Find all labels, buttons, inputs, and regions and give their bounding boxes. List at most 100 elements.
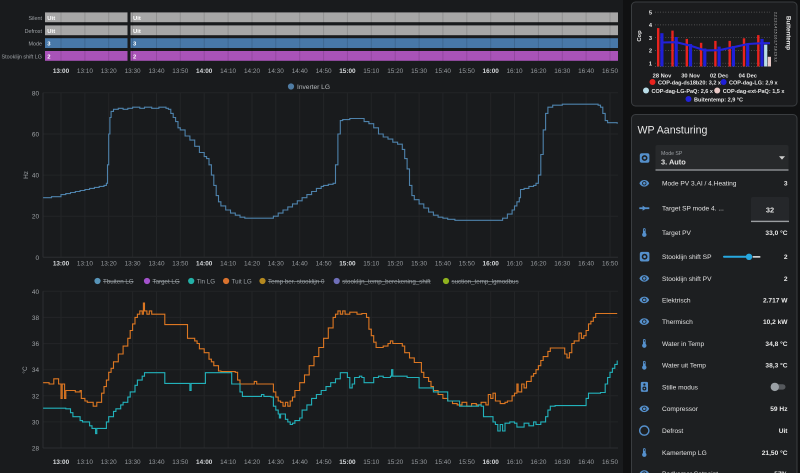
svg-text:2: 2 bbox=[784, 254, 788, 261]
svg-text:15:10: 15:10 bbox=[363, 68, 379, 75]
svg-text:Elektrisch: Elektrisch bbox=[662, 297, 691, 304]
svg-text:40: 40 bbox=[32, 173, 40, 180]
svg-text:14:10: 14:10 bbox=[220, 68, 236, 75]
svg-text:14:20: 14:20 bbox=[244, 459, 260, 466]
svg-text:13:40: 13:40 bbox=[149, 68, 165, 75]
svg-text:2,2 2,3 2,4 2,5 2,6 2,7 2,8 2,: 2,2 2,3 2,4 2,5 2,6 2,7 2,8 2,9 3,0 bbox=[774, 12, 778, 62]
svg-text:Water uit Temp: Water uit Temp bbox=[662, 363, 706, 370]
svg-text:16:40: 16:40 bbox=[578, 261, 594, 268]
svg-text:16:00: 16:00 bbox=[483, 459, 500, 466]
svg-text:14:10: 14:10 bbox=[220, 261, 236, 268]
svg-text:14:30: 14:30 bbox=[268, 459, 284, 466]
svg-text:15:40: 15:40 bbox=[435, 68, 451, 75]
svg-text:13:40: 13:40 bbox=[149, 261, 165, 268]
svg-text:2: 2 bbox=[784, 276, 788, 283]
svg-text:Kamertemp LG: Kamertemp LG bbox=[662, 450, 707, 457]
svg-text:16:50: 16:50 bbox=[602, 261, 618, 268]
svg-text:14:00: 14:00 bbox=[196, 261, 213, 268]
svg-text:34,8 °C: 34,8 °C bbox=[765, 340, 787, 348]
svg-text:16:30: 16:30 bbox=[554, 68, 570, 75]
svg-text:Tuit LG: Tuit LG bbox=[232, 278, 252, 285]
svg-text:13:50: 13:50 bbox=[172, 459, 188, 466]
svg-text:Defrost: Defrost bbox=[662, 428, 683, 435]
svg-text:14:00: 14:00 bbox=[196, 459, 213, 466]
svg-text:Mode: Mode bbox=[29, 42, 43, 48]
svg-text:16:40: 16:40 bbox=[578, 68, 594, 75]
svg-text:15:50: 15:50 bbox=[459, 261, 475, 268]
svg-text:13:00: 13:00 bbox=[53, 261, 70, 268]
svg-text:38: 38 bbox=[32, 315, 40, 322]
svg-text:14:50: 14:50 bbox=[316, 459, 332, 466]
svg-text:13:10: 13:10 bbox=[77, 261, 93, 268]
svg-text:13:00: 13:00 bbox=[53, 68, 70, 75]
svg-text:°C: °C bbox=[21, 366, 29, 374]
svg-text:14:30: 14:30 bbox=[268, 261, 284, 268]
svg-text:15:30: 15:30 bbox=[411, 459, 427, 466]
svg-text:36: 36 bbox=[32, 341, 40, 348]
svg-text:34: 34 bbox=[32, 367, 40, 374]
svg-text:13:10: 13:10 bbox=[77, 68, 93, 75]
svg-text:Target LG: Target LG bbox=[153, 278, 180, 285]
svg-text:13:20: 13:20 bbox=[101, 459, 117, 466]
svg-text:15:00: 15:00 bbox=[339, 459, 356, 466]
svg-text:16:30: 16:30 bbox=[554, 261, 570, 268]
svg-text:30: 30 bbox=[32, 419, 40, 426]
svg-text:14:20: 14:20 bbox=[244, 261, 260, 268]
svg-text:Uit: Uit bbox=[133, 16, 141, 22]
svg-text:28: 28 bbox=[32, 446, 40, 453]
svg-text:Target SP mode 4. ...: Target SP mode 4. ... bbox=[662, 206, 724, 213]
svg-text:Defrost: Defrost bbox=[25, 29, 43, 35]
svg-text:Tbuiten LG: Tbuiten LG bbox=[103, 278, 134, 285]
svg-text:13:30: 13:30 bbox=[125, 68, 141, 75]
svg-text:stooklijn_temp_berekening_shif: stooklijn_temp_berekening_shift bbox=[342, 278, 431, 285]
svg-text:COP-dag-ds18b20: 3,2 x: COP-dag-ds18b20: 3,2 x bbox=[658, 81, 722, 87]
svg-text:16:50: 16:50 bbox=[602, 459, 618, 466]
svg-text:Buitentemp: 2,9 °C: Buitentemp: 2,9 °C bbox=[694, 98, 743, 104]
svg-text:15:20: 15:20 bbox=[387, 261, 403, 268]
svg-text:13:40: 13:40 bbox=[149, 459, 165, 466]
svg-text:Temp ber. stooklijn 0: Temp ber. stooklijn 0 bbox=[268, 278, 325, 285]
svg-text:Cop: Cop bbox=[637, 30, 643, 42]
svg-text:13:20: 13:20 bbox=[101, 68, 117, 75]
svg-text:28 Nov: 28 Nov bbox=[653, 74, 672, 80]
svg-text:14:00: 14:00 bbox=[196, 68, 213, 75]
svg-text:14:30: 14:30 bbox=[268, 68, 284, 75]
svg-text:Hz: Hz bbox=[23, 171, 30, 179]
svg-text:Water in Temp: Water in Temp bbox=[662, 341, 704, 348]
svg-text:13:50: 13:50 bbox=[172, 261, 188, 268]
svg-text:COP-dag-ext-PaQ: 1,5 x: COP-dag-ext-PaQ: 1,5 x bbox=[723, 89, 786, 95]
svg-text:Stooklijn shift LG: Stooklijn shift LG bbox=[2, 55, 42, 61]
svg-text:60: 60 bbox=[32, 132, 40, 139]
svg-text:15:00: 15:00 bbox=[339, 261, 356, 268]
svg-text:1: 1 bbox=[649, 61, 652, 67]
svg-text:04 Dec: 04 Dec bbox=[739, 74, 757, 80]
svg-text:Target PV: Target PV bbox=[662, 230, 692, 237]
svg-text:13:50: 13:50 bbox=[172, 68, 188, 75]
svg-text:0: 0 bbox=[35, 255, 39, 262]
svg-text:COP-dag-LG-PaQ: 2,6 x: COP-dag-LG-PaQ: 2,6 x bbox=[652, 89, 714, 95]
svg-text:Mode PV 3.AI / 4.Heating: Mode PV 3.AI / 4.Heating bbox=[662, 181, 737, 188]
svg-text:3: 3 bbox=[784, 181, 788, 188]
svg-text:38,3 °C: 38,3 °C bbox=[765, 362, 787, 370]
svg-text:14:50: 14:50 bbox=[316, 261, 332, 268]
svg-text:40: 40 bbox=[32, 289, 40, 296]
svg-text:15:50: 15:50 bbox=[459, 68, 475, 75]
svg-text:80: 80 bbox=[32, 90, 40, 97]
svg-text:14:10: 14:10 bbox=[220, 459, 236, 466]
svg-text:13:00: 13:00 bbox=[53, 459, 70, 466]
svg-text:13:20: 13:20 bbox=[101, 261, 117, 268]
svg-text:16:20: 16:20 bbox=[530, 68, 546, 75]
svg-text:Thermisch: Thermisch bbox=[662, 319, 693, 326]
svg-text:13:30: 13:30 bbox=[125, 261, 141, 268]
svg-text:16:20: 16:20 bbox=[530, 261, 546, 268]
svg-text:suction_temp_lgmodbus: suction_temp_lgmodbus bbox=[452, 278, 519, 285]
svg-text:14:50: 14:50 bbox=[316, 68, 332, 75]
svg-text:Tin LG: Tin LG bbox=[197, 278, 216, 285]
svg-text:59 Hz: 59 Hz bbox=[770, 406, 788, 413]
svg-text:15:10: 15:10 bbox=[363, 459, 379, 466]
svg-text:15:40: 15:40 bbox=[435, 459, 451, 466]
svg-text:30 Nov: 30 Nov bbox=[681, 74, 700, 80]
svg-text:14:20: 14:20 bbox=[244, 68, 260, 75]
svg-text:21,50 °C: 21,50 °C bbox=[762, 449, 788, 457]
svg-text:16:30: 16:30 bbox=[554, 459, 570, 466]
